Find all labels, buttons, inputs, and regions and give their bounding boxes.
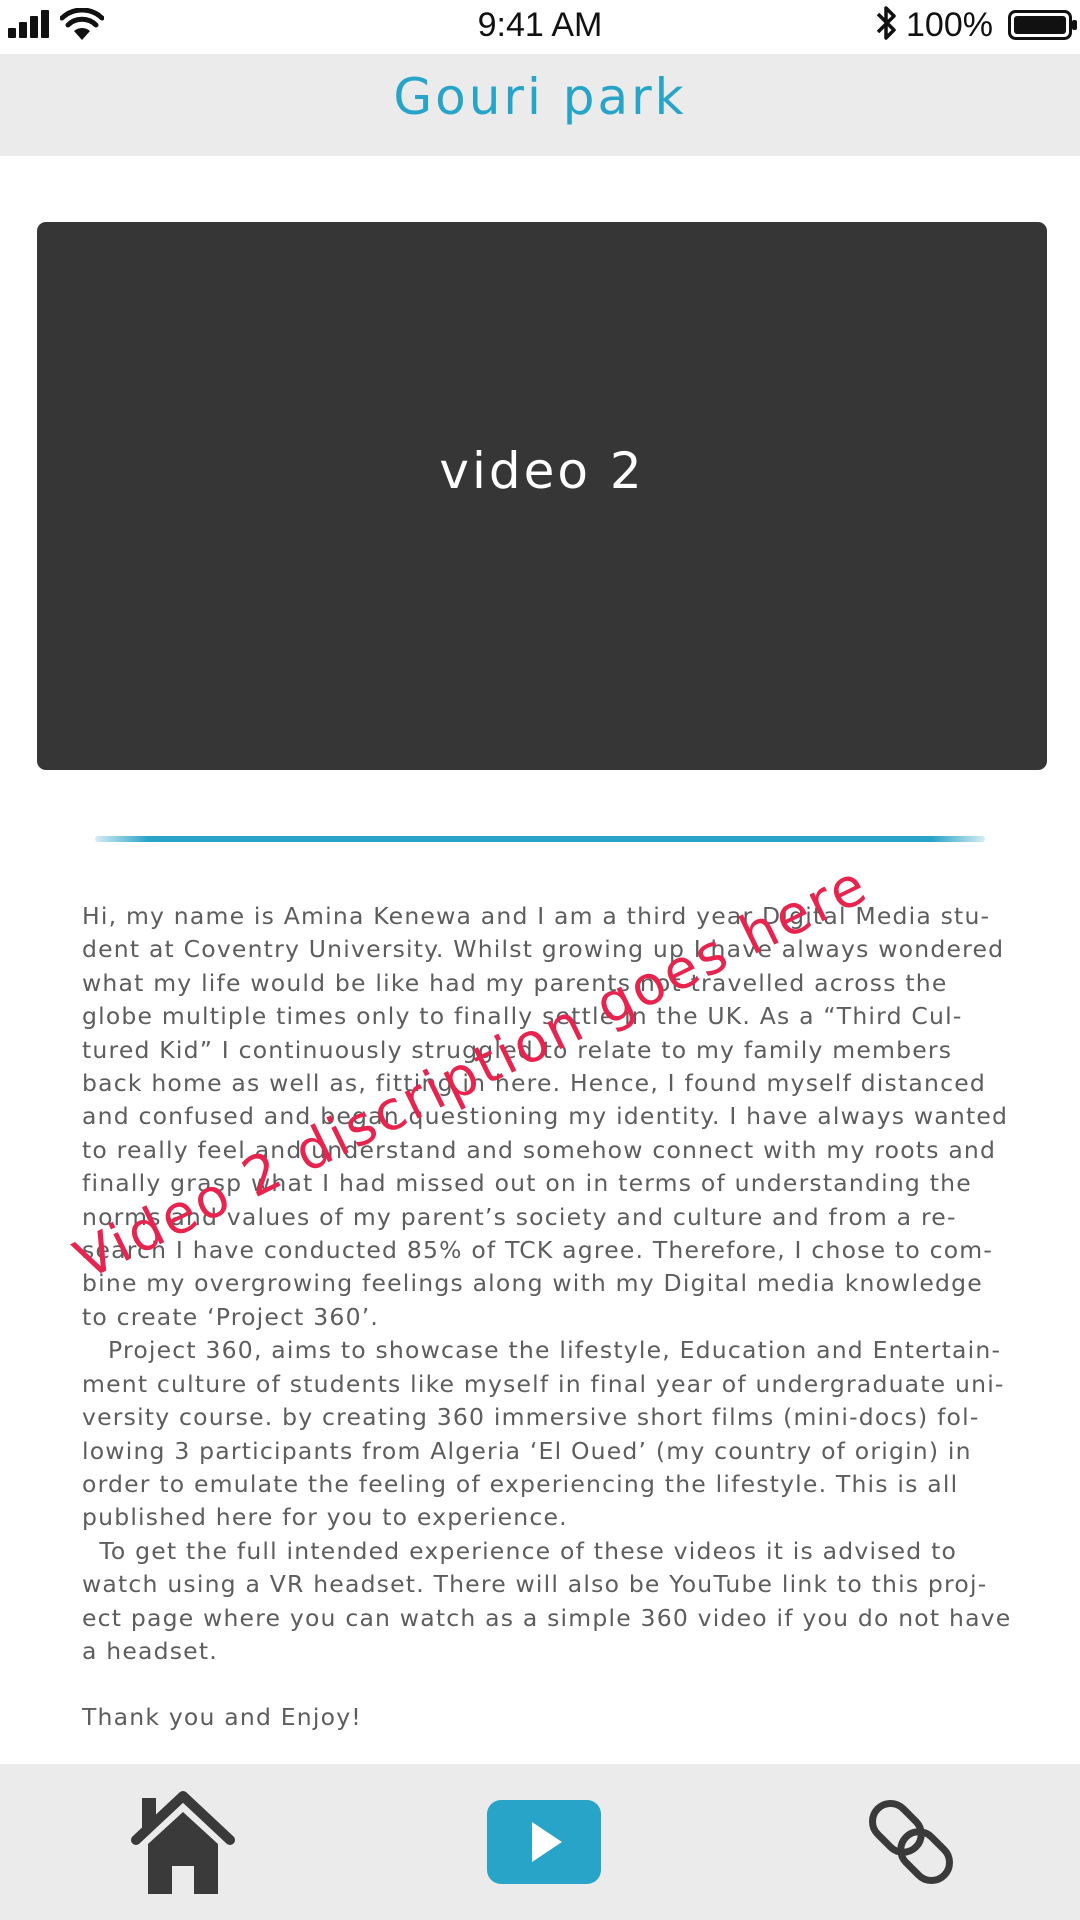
description-paragraph: Hi, my name is Amina Kenewa and I am a t… (82, 902, 1009, 1331)
section-divider (95, 836, 985, 842)
description-paragraph: Project 360, aims to showcase the lifest… (82, 1336, 1005, 1532)
link-icon (868, 1799, 954, 1885)
description-paragraph: To get the full intended experience of t… (82, 1536, 1012, 1665)
battery-icon (1008, 10, 1077, 40)
closing-text: Thank you and Enjoy! (82, 1703, 362, 1732)
play-icon (487, 1800, 601, 1884)
app-header: Gouri park (0, 54, 1080, 156)
bluetooth-icon (876, 6, 896, 40)
battery-percent: 100% (906, 6, 993, 44)
nav-home-button[interactable] (118, 1764, 248, 1920)
bottom-nav (0, 1764, 1080, 1920)
video-label: video 2 (439, 442, 645, 500)
status-bar: 9:41 AM 100% (0, 0, 1080, 54)
nav-link-button[interactable] (856, 1764, 966, 1920)
page-title: Gouri park (393, 68, 687, 126)
home-icon (131, 1791, 235, 1894)
video-player[interactable]: video 2 (37, 222, 1047, 770)
nav-video-button[interactable] (474, 1764, 614, 1920)
